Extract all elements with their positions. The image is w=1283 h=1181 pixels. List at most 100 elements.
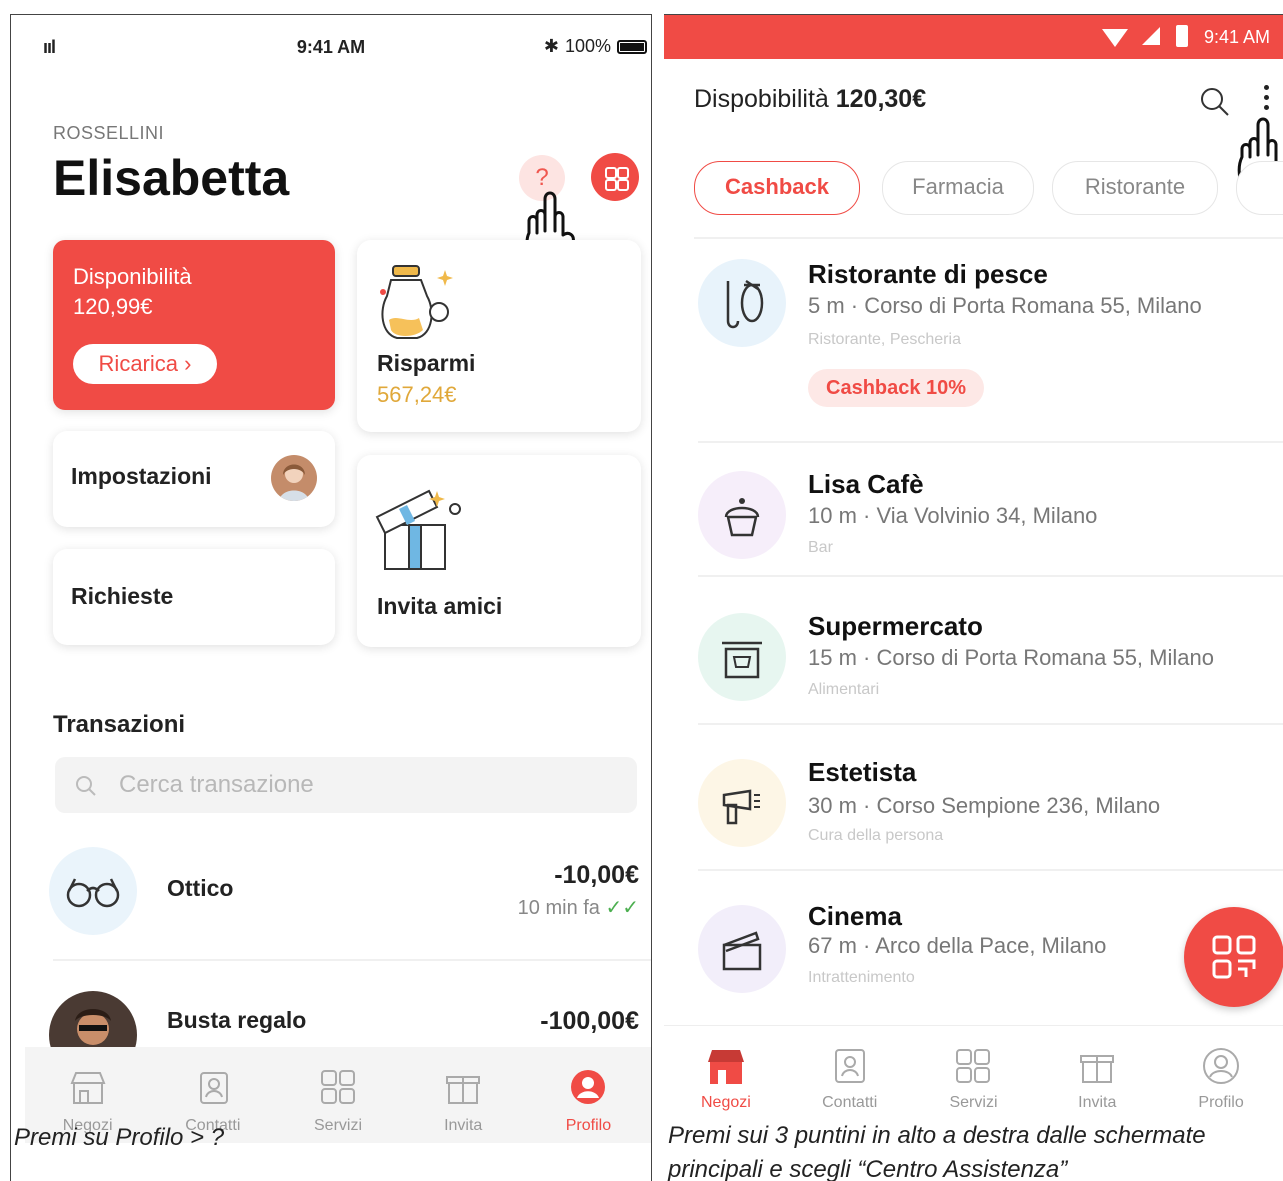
transaction-search-input[interactable]: Cerca transazione [55, 757, 637, 813]
chip-more[interactable] [1236, 161, 1283, 215]
requests-card[interactable]: Richieste [53, 549, 335, 645]
hairdryer-icon [698, 759, 786, 847]
battery-percent: 100% [564, 36, 611, 56]
user-surname: ROSSELLINI [53, 123, 165, 143]
cupcake-icon [698, 471, 786, 559]
shop-category: Cura della persona [808, 827, 944, 844]
search-icon [76, 776, 96, 796]
tab-servizi[interactable]: Servizi [275, 1047, 400, 1143]
balance-amount: 120,99€ [73, 294, 153, 319]
store-icon [70, 1072, 106, 1104]
grid-icon [321, 1070, 355, 1104]
shop-name: Cinema [808, 901, 902, 931]
shop-item[interactable]: Supermercato 15 m · Corso di Porta Roman… [664, 611, 1283, 751]
shops-screen: 9:41 AM Dispobibilità 120,30€ Cashback F… [664, 14, 1283, 1181]
tab-label: Invita [444, 1117, 483, 1134]
shop-category: Bar [808, 539, 833, 556]
profile-icon [1203, 1048, 1240, 1084]
recharge-button[interactable]: Ricarica › [73, 344, 217, 384]
transactions-title: Transazioni [53, 711, 186, 738]
wifi-icon [1102, 29, 1128, 47]
settings-card[interactable]: Impostazioni [53, 431, 335, 527]
android-status-bar: 9:41 AM [664, 15, 1283, 59]
tab-invita[interactable]: Invita [401, 1047, 526, 1143]
transaction-row[interactable]: Ottico -10,00€ 10 min fa ✓✓ [11, 845, 651, 955]
shop-name: Ristorante di pesce [808, 259, 1048, 289]
qr-scan-button[interactable] [1184, 907, 1283, 1007]
tab-servizi[interactable]: Servizi [912, 1026, 1036, 1126]
user-firstname: Elisabetta [53, 150, 290, 206]
tab-label: Servizi [314, 1117, 363, 1134]
qr-grid-button[interactable] [591, 153, 639, 201]
bluetooth-icon: ✱ [543, 36, 559, 56]
chip-cashback[interactable]: Cashback [694, 161, 860, 215]
shop-name: Supermercato [808, 611, 983, 641]
status-time: 9:41 AM [1204, 27, 1271, 47]
caption-left: Premi su Profilo > ? [14, 1124, 225, 1151]
tab-label: Profilo [1198, 1094, 1244, 1111]
gift-icon [1080, 1055, 1115, 1083]
more-options-icon[interactable] [1264, 85, 1270, 110]
availability-amount: 120,30€ [835, 85, 927, 113]
divider [694, 237, 1283, 239]
fish-icon [698, 259, 786, 347]
user-avatar [271, 455, 317, 501]
tab-label: Profilo [565, 1117, 612, 1134]
tab-label: Contatti [822, 1094, 878, 1111]
shop-category: Alimentari [808, 681, 880, 698]
availability-label: Dispobibilità [694, 85, 829, 113]
shop-address: 30 m · Corso Sempione 236, Milano [808, 793, 1161, 818]
tab-profilo[interactable]: Profilo [1159, 1026, 1283, 1126]
double-check-icon: ✓✓ [605, 897, 639, 919]
invite-title: Invita amici [377, 593, 503, 619]
shop-address: 10 m · Via Volvinio 34, Milano [808, 503, 1098, 528]
shop-category: Intrattenimento [808, 969, 915, 986]
qr-icon [1212, 935, 1256, 979]
settings-title: Impostazioni [71, 463, 212, 489]
requests-title: Richieste [71, 583, 174, 609]
shop-name: Estetista [808, 757, 917, 787]
search-icon[interactable] [1198, 85, 1232, 119]
shop-item[interactable]: Ristorante di pesce 5 m · Corso di Porta… [664, 251, 1283, 451]
grid-icon [956, 1049, 991, 1083]
tab-label: Negozi [700, 1094, 751, 1111]
tab-invita[interactable]: Invita [1035, 1026, 1159, 1126]
invite-card[interactable]: Invita amici [357, 455, 641, 647]
profile-icon [571, 1070, 606, 1104]
shop-category: Ristorante, Pescheria [808, 331, 961, 348]
divider [53, 959, 651, 961]
transaction-amount: -10,00€ [554, 861, 639, 889]
cashback-badge: Cashback 10% [808, 369, 985, 407]
contacts-icon [199, 1072, 228, 1104]
gift-box-icon [375, 489, 461, 570]
tab-negozi[interactable]: Negozi [664, 1026, 788, 1126]
transaction-time: 10 min fa [517, 897, 600, 919]
transaction-name: Ottico [167, 875, 234, 901]
glasses-icon [49, 847, 137, 935]
profile-screen: ııl 9:41 AM ✱ 100% ROSSELLINI Elisabetta… [10, 14, 652, 1181]
shop-item[interactable]: Lisa Cafè 10 m · Via Volvinio 34, Milano… [664, 469, 1283, 601]
shop-name: Lisa Cafè [808, 469, 924, 499]
shop-cart-icon [698, 613, 786, 701]
chip-farmacia[interactable]: Farmacia [882, 161, 1034, 215]
balance-card[interactable]: Disponibilità 120,99€ Ricarica › [53, 240, 335, 410]
bottom-tab-bar: Negozi Contatti Servizi Invita Profilo [664, 1025, 1283, 1126]
savings-title: Risparmi [377, 350, 476, 376]
shop-address: 15 m · Corso di Porta Romana 55, Milano [808, 645, 1214, 670]
tab-profilo[interactable]: Profilo [526, 1047, 651, 1143]
tab-contatti[interactable]: Contatti [788, 1026, 912, 1126]
shop-item[interactable]: Estetista 30 m · Corso Sempione 236, Mil… [664, 757, 1283, 889]
search-placeholder: Cerca transazione [119, 771, 314, 798]
clapperboard-icon [698, 905, 786, 993]
tab-label: Servizi [949, 1094, 998, 1111]
chip-ristorante[interactable]: Ristorante [1052, 161, 1218, 215]
contacts-icon [834, 1049, 865, 1083]
tab-label: Invita [1078, 1094, 1117, 1111]
transaction-name: Busta regalo [167, 1007, 307, 1033]
savings-amount: 567,24€ [377, 382, 457, 407]
battery-icon [617, 39, 647, 54]
transaction-amount: -100,00€ [540, 1007, 639, 1035]
shop-address: 5 m · Corso di Porta Romana 55, Milano [808, 293, 1202, 318]
store-icon [707, 1050, 744, 1084]
savings-card[interactable]: Risparmi 567,24€ [357, 240, 641, 432]
